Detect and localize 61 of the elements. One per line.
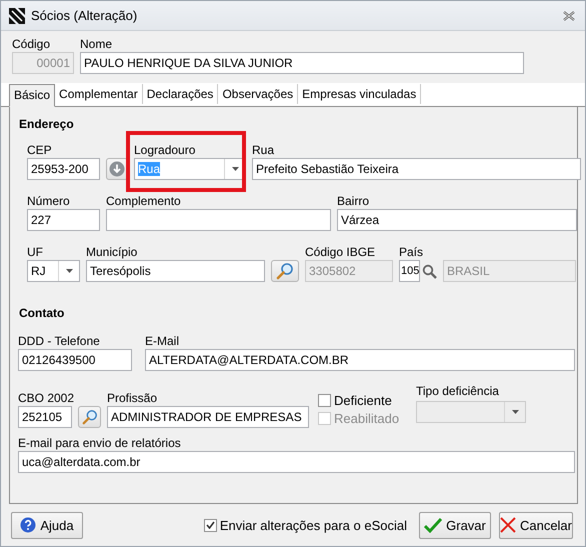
checkmark-icon [206, 521, 215, 529]
download-icon [109, 161, 125, 177]
field-label: E-mail para envio de relatórios [18, 436, 181, 451]
tab[interactable]: Declarações [142, 84, 218, 104]
tab[interactable]: Básico [9, 84, 56, 107]
text-field[interactable]: 252105 [18, 406, 72, 428]
field-label: Bairro [337, 194, 370, 209]
field-label: CBO 2002 [18, 391, 74, 406]
field-label: Rua [252, 143, 274, 158]
field-label: Código IBGE [305, 245, 376, 260]
field-label: Município [86, 245, 138, 260]
search-icon [276, 262, 294, 280]
field-label: CEP [27, 143, 52, 158]
text-field[interactable]: PAULO HENRIQUE DA SILVA JUNIOR [80, 52, 524, 74]
tab[interactable]: Observações [218, 84, 298, 104]
field-label: Complemento [106, 194, 181, 209]
text-field[interactable]: 105 [399, 260, 420, 282]
checkbox[interactable]: Deficiente [318, 391, 410, 409]
cep-lookup-button[interactable] [106, 158, 128, 180]
save-button[interactable]: Gravar [419, 512, 491, 538]
help-button[interactable]: Ajuda [11, 512, 83, 538]
close-icon[interactable] [563, 10, 575, 20]
checkmark-icon [424, 517, 442, 533]
search-icon [82, 409, 98, 425]
text-field[interactable]: ADMINISTRADOR DE EMPRESAS [107, 406, 309, 428]
app-logo-icon [9, 8, 25, 24]
tab[interactable]: Complementar [55, 84, 143, 104]
help-icon [20, 517, 36, 533]
cancel-button[interactable]: Cancelar [499, 512, 573, 538]
search-button[interactable] [78, 406, 101, 428]
field-label: UF [27, 245, 43, 260]
field-label: DDD - Telefone [18, 334, 100, 349]
field-label: E-Mail [145, 334, 180, 349]
field-label: Código [12, 37, 50, 52]
x-icon [500, 517, 516, 533]
checkbox[interactable]: Enviar alterações para o eSocial [204, 516, 407, 534]
section-heading: Contato [19, 306, 66, 321]
text-field[interactable]: Várzea [337, 209, 577, 231]
dropdown-caret-icon [512, 410, 518, 414]
field-label: País [399, 245, 424, 260]
tab[interactable]: Empresas vinculadas [298, 84, 422, 104]
text-field[interactable]: 02126439500 [18, 349, 132, 371]
field-label: Nome [80, 37, 112, 52]
window-title: Sócios (Alteração) [31, 8, 138, 23]
section-heading: Endereço [19, 117, 75, 132]
text-field[interactable]: 227 [27, 209, 100, 231]
field-label: Tipo deficiência [416, 384, 499, 399]
text-field[interactable]: ALTERDATA@ALTERDATA.COM.BR [145, 349, 575, 371]
dropdown-caret-icon [66, 269, 72, 273]
dropdown-field[interactable]: RJ [27, 260, 80, 282]
text-field[interactable]: Teresópolis [86, 260, 265, 282]
dropdown-caret-icon [232, 167, 238, 171]
search-button[interactable] [271, 260, 299, 282]
text-field[interactable] [106, 209, 331, 231]
text-field[interactable]: Prefeito Sebastião Teixeira [252, 158, 581, 180]
search-icon [422, 264, 436, 278]
field-label: Profissão [107, 391, 158, 406]
field-label: Logradouro [134, 143, 196, 158]
text-field[interactable]: 25953-200 [27, 158, 100, 180]
field-label: Número [27, 194, 70, 209]
text-field[interactable]: uca@alterdata.com.br [18, 451, 575, 473]
